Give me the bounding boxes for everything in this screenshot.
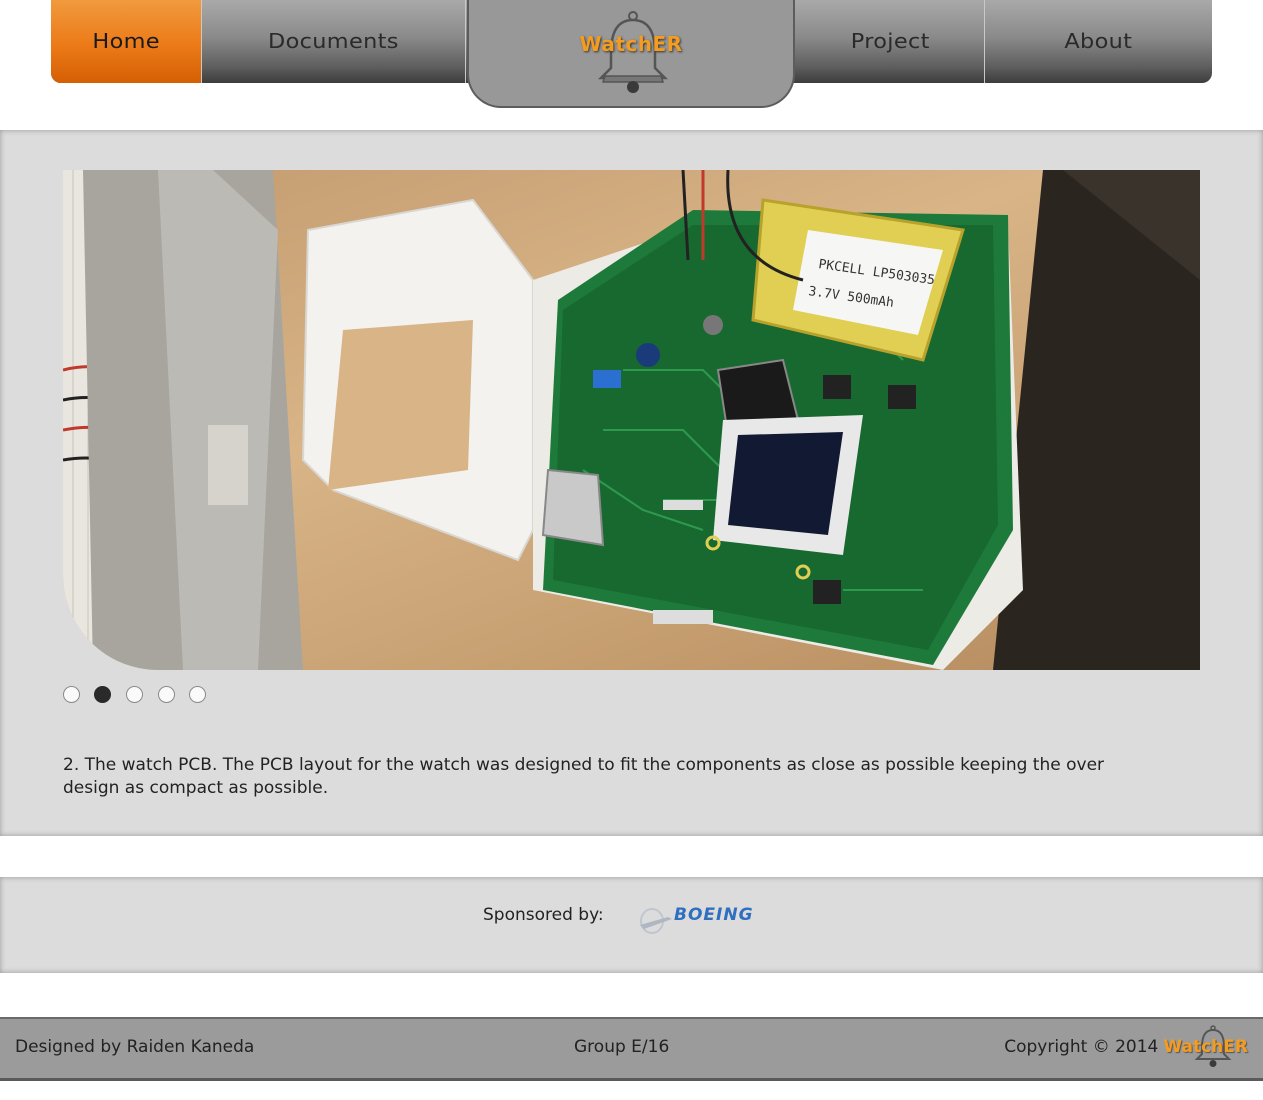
nav-documents-label: Documents <box>268 28 399 53</box>
logo-text: WatchER <box>579 32 683 56</box>
boeing-icon <box>640 908 672 934</box>
footer-copyright: Copyright © 2014 <box>1004 1037 1159 1057</box>
slide-dot-1[interactable] <box>63 686 80 703</box>
boeing-logo[interactable]: BOEING <box>638 905 753 939</box>
nav-project-label: Project <box>851 28 930 53</box>
page-footer: Designed by Raiden Kaneda Group E/16 Cop… <box>0 1017 1263 1081</box>
pcb-photo: PKCELL LP503035 3.7V 500mAh <box>63 170 1200 670</box>
slide-caption: 2. The watch PCB. The PCB layout for the… <box>63 755 1105 798</box>
nav-about[interactable]: About <box>985 0 1212 83</box>
sponsor-panel: Sponsored by: BOEING <box>0 877 1263 973</box>
slideshow-panel: PKCELL LP503035 3.7V 500mAh 2. The watch… <box>0 130 1263 836</box>
footer-designer: Designed by Raiden Kaneda <box>15 1037 255 1057</box>
site-logo[interactable]: WatchER <box>467 0 795 108</box>
nav-project[interactable]: Project <box>797 0 985 83</box>
footer-brand[interactable]: WatchER <box>1163 1025 1248 1067</box>
nav-home[interactable]: Home <box>51 0 202 83</box>
footer-group: Group E/16 <box>574 1037 670 1057</box>
boeing-wordmark: BOEING <box>674 905 754 925</box>
slide-dot-2[interactable] <box>94 686 111 703</box>
slide-dot-5[interactable] <box>189 686 206 703</box>
slide-dot-3[interactable] <box>126 686 143 703</box>
footer-brand-text: WatchER <box>1163 1037 1248 1057</box>
nav-about-label: About <box>1064 28 1133 53</box>
sponsor-label: Sponsored by: <box>483 905 604 925</box>
slide-image: PKCELL LP503035 3.7V 500mAh <box>63 170 1200 670</box>
footer-copyright-block: Copyright © 2014 WatchER <box>1004 1025 1248 1067</box>
slide-dot-4[interactable] <box>158 686 175 703</box>
nav-documents[interactable]: Documents <box>202 0 466 83</box>
nav-home-label: Home <box>92 28 160 53</box>
